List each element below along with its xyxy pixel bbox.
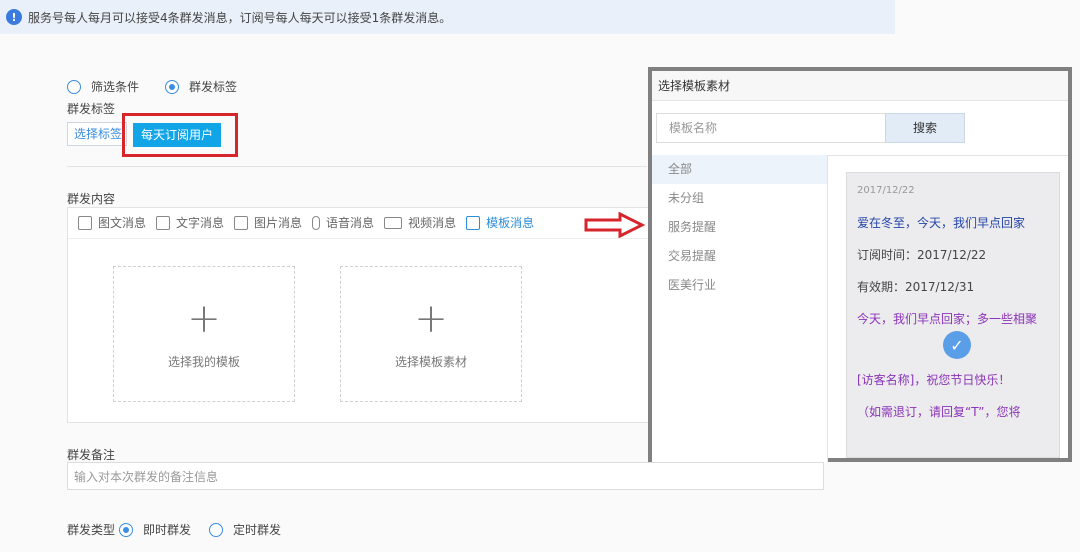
remark-label: 群发备注 <box>67 448 116 462</box>
radio-circle-icon <box>67 79 81 94</box>
news-icon <box>78 215 92 230</box>
select-tag-button[interactable]: 选择标签 <box>67 122 127 146</box>
category-item-all[interactable]: 全部 <box>652 155 827 184</box>
template-icon <box>466 215 481 230</box>
radio-selected-icon <box>119 522 134 537</box>
template-date: 2017/12/22 <box>857 185 915 196</box>
category-item-medical[interactable]: 医美行业 <box>652 271 827 300</box>
template-line: 今天，我们早点回家；多一些相聚 <box>857 312 1038 326</box>
template-line: （如需退订，请回复“T”，您将 <box>857 405 1021 419</box>
plus-icon: + <box>414 295 448 342</box>
tab-news[interactable]: 图文消息 <box>78 214 146 231</box>
tabs-divider <box>68 238 656 239</box>
tab-label: 图文消息 <box>98 216 147 230</box>
select-my-template-card[interactable]: + 选择我的模板 <box>113 266 295 402</box>
notice-bar: ! 服务号每人每月可以接受4条群发消息，订阅号每人每天可以接受1条群发消息。 <box>0 0 895 34</box>
category-item-ungrouped[interactable]: 未分组 <box>652 184 827 213</box>
category-item-trade[interactable]: 交易提醒 <box>652 242 827 271</box>
check-icon: ✓ <box>943 331 971 359</box>
radio-group-tag[interactable]: 群发标签 <box>165 78 237 95</box>
template-material-modal: 选择模板素材 模板名称 搜索 全部 未分组 服务提醒 交易提醒 医美行业 201… <box>648 67 1072 462</box>
tab-text[interactable]: 文字消息 <box>156 214 224 231</box>
template-line: [访客名称]，祝您节日快乐！ <box>857 373 1011 387</box>
radio-selected-icon <box>165 79 180 94</box>
radio-label: 即时群发 <box>143 523 192 537</box>
template-card[interactable]: 2017/12/22 爱在冬至，今天，我们早点回家 订阅时间：2017/12/2… <box>846 172 1060 458</box>
edit-icon <box>156 215 171 230</box>
radio-send-scheduled[interactable]: 定时群发 <box>209 521 281 538</box>
video-icon <box>384 216 403 229</box>
plus-icon: + <box>187 295 221 342</box>
radio-filter-conditions[interactable]: 筛选条件 <box>67 78 139 95</box>
tab-label: 模板消息 <box>486 216 535 230</box>
card-label: 选择我的模板 <box>167 354 240 369</box>
tab-label: 图片消息 <box>254 216 303 230</box>
template-line: 有效期：2017/12/31 <box>857 280 975 294</box>
category-item-service[interactable]: 服务提醒 <box>652 213 827 242</box>
radio-send-now[interactable]: 即时群发 <box>119 521 191 538</box>
search-button[interactable]: 搜索 <box>885 113 965 143</box>
filter-radio-group: 筛选条件 群发标签 <box>67 78 237 95</box>
card-label: 选择模板素材 <box>394 354 467 369</box>
image-icon <box>234 215 249 230</box>
tab-voice[interactable]: 语音消息 <box>312 214 374 231</box>
microphone-icon <box>312 215 321 230</box>
divider <box>67 166 647 167</box>
remark-input[interactable]: 输入对本次群发的备注信息 <box>67 462 824 490</box>
template-line: 爱在冬至，今天，我们早点回家 <box>857 216 1026 230</box>
notice-text: 服务号每人每月可以接受4条群发消息，订阅号每人每天可以接受1条群发消息。 <box>28 10 452 25</box>
message-type-tabs: 图文消息 文字消息 图片消息 语音消息 视频消息 模板消息 <box>78 214 544 231</box>
send-type-label: 群发类型 <box>67 523 116 537</box>
tag-section-label: 群发标签 <box>67 102 116 116</box>
info-icon: ! <box>6 9 22 25</box>
send-type-group: 群发类型 即时群发 定时群发 <box>67 521 281 538</box>
tab-label: 视频消息 <box>408 216 457 230</box>
radio-circle-icon <box>209 522 224 537</box>
tab-label: 语音消息 <box>326 216 375 230</box>
radio-label: 筛选条件 <box>91 80 140 94</box>
category-sidebar: 全部 未分组 服务提醒 交易提醒 医美行业 <box>652 155 828 462</box>
select-template-material-card[interactable]: + 选择模板素材 <box>340 266 522 402</box>
arrow-right-icon <box>584 212 646 238</box>
template-line: 订阅时间：2017/12/22 <box>857 248 987 262</box>
tab-template[interactable]: 模板消息 <box>466 214 534 231</box>
radio-label: 群发标签 <box>189 80 238 94</box>
tag-chip[interactable]: 每天订阅用户 <box>133 123 222 147</box>
modal-title: 选择模板素材 <box>652 71 1068 101</box>
tab-label: 文字消息 <box>176 216 225 230</box>
tab-video[interactable]: 视频消息 <box>384 214 456 231</box>
tab-image[interactable]: 图片消息 <box>234 214 302 231</box>
content-section-label: 群发内容 <box>67 192 116 206</box>
radio-label: 定时群发 <box>233 523 282 537</box>
template-search-input[interactable]: 模板名称 <box>656 113 886 143</box>
